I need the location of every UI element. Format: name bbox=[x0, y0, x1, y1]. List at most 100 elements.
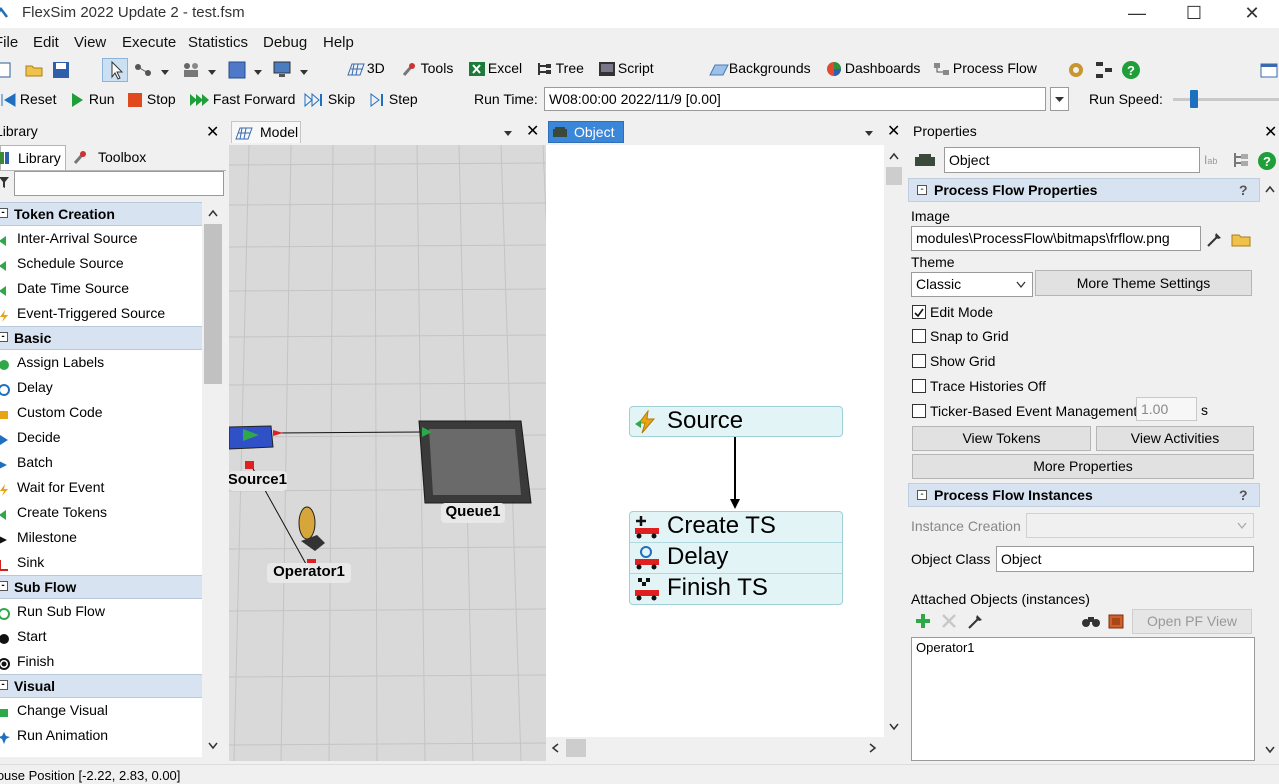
create-ts-activity[interactable]: Create TS bbox=[630, 512, 842, 543]
menu-help[interactable]: Help bbox=[323, 34, 354, 51]
toolbar-tools-button[interactable]: Tools bbox=[401, 60, 453, 77]
more-properties-button[interactable]: More Properties bbox=[912, 454, 1254, 479]
library-item[interactable]: Create Tokens bbox=[0, 500, 202, 525]
toolbar-3d-button[interactable]: 3D bbox=[347, 60, 385, 77]
object-horizontal-scrollbar[interactable] bbox=[546, 737, 884, 759]
new-icon[interactable] bbox=[0, 60, 14, 80]
trace-histories-checkbox[interactable] bbox=[912, 379, 926, 393]
library-scrollbar[interactable] bbox=[203, 202, 223, 757]
library-item[interactable]: Change Visual bbox=[0, 698, 202, 723]
show-grid-checkbox[interactable] bbox=[912, 354, 926, 368]
text-field-icon[interactable]: Iab bbox=[1204, 153, 1217, 167]
object-hscroll-thumb[interactable] bbox=[566, 739, 586, 757]
gear-icon[interactable] bbox=[1066, 60, 1086, 80]
tree-view-icon[interactable] bbox=[1232, 151, 1250, 172]
close-icon[interactable]: ✕ bbox=[526, 121, 539, 141]
library-item[interactable]: Sink bbox=[0, 550, 202, 575]
browse-folder-icon[interactable] bbox=[1231, 230, 1253, 251]
collapse-icon[interactable]: - bbox=[0, 332, 8, 342]
object-vertical-scrollbar[interactable] bbox=[884, 145, 904, 737]
help-icon[interactable]: ? bbox=[1239, 179, 1248, 201]
layout-icon[interactable] bbox=[1094, 60, 1114, 80]
toolbar-dashboards-button[interactable]: Dashboards bbox=[825, 60, 920, 77]
library-item[interactable]: Run Animation bbox=[0, 723, 202, 748]
menu-execute[interactable]: Execute bbox=[122, 34, 176, 51]
eyedropper-icon[interactable] bbox=[1205, 229, 1225, 252]
library-item[interactable]: Schedule Source bbox=[0, 251, 202, 276]
toolbar-backgrounds-button[interactable]: Backgrounds bbox=[709, 60, 811, 77]
menu-edit[interactable]: Edit bbox=[33, 34, 59, 51]
collapse-icon[interactable]: - bbox=[0, 208, 8, 218]
close-window-button[interactable]: ✕ bbox=[1224, 0, 1279, 26]
open-pf-view-button[interactable]: Open PF View bbox=[1132, 609, 1252, 634]
run-time-dropdown[interactable] bbox=[1050, 87, 1069, 111]
library-item[interactable]: Inter-Arrival Source bbox=[0, 226, 202, 251]
help-icon[interactable]: ? bbox=[1239, 484, 1248, 506]
library-item[interactable]: Batch bbox=[0, 450, 202, 475]
library-item[interactable]: Event-Triggered Source bbox=[0, 301, 202, 326]
image-path-field[interactable]: modules\ProcessFlow\bitmaps\frflow.png bbox=[911, 226, 1201, 251]
toolbar-process-flow-button[interactable]: Process Flow bbox=[933, 60, 1037, 77]
remove-icon[interactable] bbox=[940, 612, 958, 633]
queue1-label[interactable]: Queue1 bbox=[441, 503, 505, 523]
people-icon[interactable] bbox=[180, 60, 202, 80]
object-scroll-thumb[interactable] bbox=[886, 167, 902, 185]
toolbar-excel-button[interactable]: Excel bbox=[468, 60, 522, 77]
library-item[interactable]: Assign Labels bbox=[0, 350, 202, 375]
monitor-icon[interactable] bbox=[272, 60, 294, 80]
run-speed-slider[interactable] bbox=[1190, 90, 1198, 108]
ticker-based-checkbox[interactable] bbox=[912, 404, 926, 418]
chevron-down-icon[interactable] bbox=[253, 64, 263, 80]
instance-creation-select[interactable] bbox=[1026, 513, 1254, 538]
pf-properties-header[interactable]: - Process Flow Properties ? bbox=[908, 178, 1260, 202]
delay-activity[interactable]: Delay bbox=[630, 543, 842, 574]
properties-scroll-thumb[interactable] bbox=[1263, 200, 1278, 740]
blue-shape-icon[interactable] bbox=[228, 61, 246, 79]
library-item[interactable]: Milestone bbox=[0, 525, 202, 550]
minimize-button[interactable]: — bbox=[1109, 0, 1165, 26]
chevron-down-icon[interactable] bbox=[207, 64, 217, 80]
model-object-icon[interactable] bbox=[1106, 611, 1126, 634]
open-folder-icon[interactable] bbox=[24, 60, 44, 80]
chevron-down-icon[interactable] bbox=[864, 125, 874, 141]
menu-view[interactable]: View bbox=[74, 34, 106, 51]
task-sequence-block[interactable]: Create TS Delay Finish TS bbox=[629, 511, 843, 605]
menu-file[interactable]: File bbox=[0, 34, 18, 51]
operator1-label[interactable]: Operator1 bbox=[267, 563, 351, 583]
library-section-visual[interactable]: - Visual bbox=[0, 674, 202, 698]
properties-scrollbar[interactable] bbox=[1262, 178, 1279, 761]
menu-statistics[interactable]: Statistics bbox=[188, 34, 248, 51]
close-icon[interactable]: ✕ bbox=[206, 122, 219, 142]
attached-objects-list[interactable]: Operator1 bbox=[911, 637, 1255, 761]
source-activity-block[interactable]: Source bbox=[629, 406, 843, 437]
library-item[interactable]: Finish bbox=[0, 649, 202, 674]
chevron-down-icon[interactable] bbox=[299, 64, 309, 80]
theme-select[interactable]: Classic bbox=[911, 272, 1033, 297]
eyedropper-icon[interactable] bbox=[966, 611, 986, 634]
source1-label[interactable]: Source1 bbox=[229, 471, 287, 491]
model-3d-canvas[interactable]: Source1 Queue1 Operator1 bbox=[229, 145, 546, 761]
chevron-down-icon[interactable] bbox=[160, 64, 170, 80]
view-tokens-button[interactable]: View Tokens bbox=[912, 426, 1091, 451]
add-icon[interactable] bbox=[914, 612, 932, 633]
edit-mode-checkbox[interactable] bbox=[912, 305, 926, 319]
library-section-basic[interactable]: - Basic bbox=[0, 326, 202, 350]
library-item[interactable]: Start bbox=[0, 624, 202, 649]
help-icon[interactable]: ? bbox=[1121, 60, 1141, 80]
library-item[interactable]: Custom Code bbox=[0, 400, 202, 425]
maximize-button[interactable]: ☐ bbox=[1166, 0, 1222, 26]
object-name-field[interactable]: Object bbox=[944, 147, 1200, 173]
save-icon[interactable] bbox=[51, 60, 71, 80]
stop-button[interactable]: Stop bbox=[127, 91, 176, 108]
menu-debug[interactable]: Debug bbox=[263, 34, 307, 51]
library-search-input[interactable] bbox=[14, 171, 224, 196]
tab-toolbox[interactable]: Toolbox bbox=[70, 147, 156, 170]
close-icon[interactable]: ✕ bbox=[1264, 122, 1277, 142]
collapse-icon[interactable]: - bbox=[0, 680, 8, 690]
chevron-down-icon[interactable] bbox=[503, 125, 513, 141]
panel-layout-icon[interactable] bbox=[1259, 60, 1279, 80]
tab-model[interactable]: Model bbox=[231, 121, 301, 143]
fast-forward-button[interactable]: Fast Forward bbox=[189, 91, 295, 108]
library-item[interactable]: Date Time Source bbox=[0, 276, 202, 301]
ticker-interval-field[interactable]: 1.00 bbox=[1136, 397, 1197, 421]
